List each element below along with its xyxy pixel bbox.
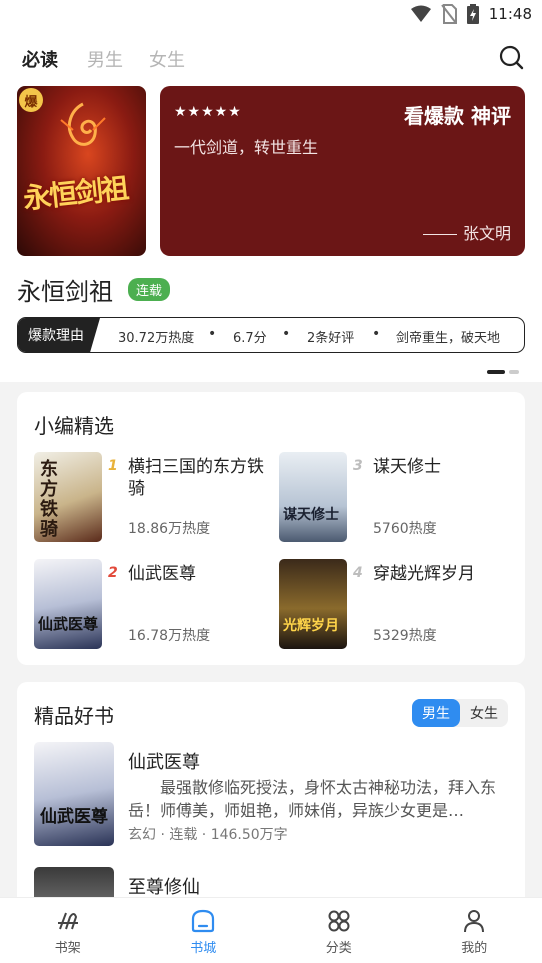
pick-title: 穿越光辉岁月: [373, 564, 475, 584]
carousel-pager: [487, 370, 519, 374]
book-meta: 玄幻 · 连载 · 146.50万字: [128, 827, 288, 843]
book-cover: 光辉岁月: [279, 559, 347, 649]
book-title: 至尊修仙: [128, 877, 200, 898]
editor-picks-card: 小编精选 东方铁骑 1 横扫三国的东方铁骑 18.86万热度 谋天修士 3 谋天…: [17, 392, 525, 665]
reason-tagline: 剑帝重生，破天地: [396, 331, 501, 346]
featured-section: 爆 永恒剑祖 ★★★★★ 看爆款 神评 一代剑道，转世重生 张文明 永恒剑祖 连…: [0, 86, 542, 382]
reason-label: 爆款理由: [18, 318, 100, 352]
pick-item[interactable]: 光辉岁月 4 穿越光辉岁月 5329热度: [279, 559, 509, 651]
dragon-illustration: [60, 102, 106, 146]
cover-text: 仙武医尊: [38, 615, 99, 633]
pick-item[interactable]: 仙武医尊 2 仙武医尊 16.78万热度: [34, 559, 264, 651]
book-description: 最强散修临死授法，身怀太古神秘功法，拜入东岳！师傅美，师姐艳，师妹俏，异族少女更…: [128, 778, 497, 820]
reason-bar: 爆款理由 30.72万热度 • 6.7分 • 2条好评 • 剑帝重生，破天地: [17, 317, 525, 353]
review-author: 张文明: [422, 220, 511, 244]
nav-bookshelf[interactable]: 书架: [0, 898, 136, 963]
cover-text: 东方铁骑: [40, 459, 58, 540]
rating-stars: ★★★★★: [174, 104, 242, 120]
book-title: 仙武医尊: [128, 752, 200, 773]
pick-heat: 5760热度: [373, 521, 437, 537]
book-cover: 仙武医尊: [34, 559, 102, 649]
nav-label: 书架: [54, 941, 81, 956]
profile-icon: [464, 910, 485, 933]
separator-dot: •: [282, 326, 291, 342]
quality-books-title: 精品好书: [34, 704, 114, 728]
cover-title: 永恒剑祖: [21, 171, 129, 216]
pager-dot: [509, 370, 519, 374]
nav-bookstore[interactable]: 书城: [136, 898, 272, 963]
rank-number: 2: [108, 565, 118, 581]
tab-must-read[interactable]: 必读: [22, 46, 58, 72]
cover-text: 仙武医尊: [40, 807, 108, 827]
reason-score: 6.7分: [233, 331, 267, 346]
bookshelf-icon: [57, 912, 78, 930]
nav-label: 分类: [325, 941, 352, 956]
book-list-item[interactable]: 仙武医尊 仙武医尊 最强散修临死授法，身怀太古神秘功法，拜入东岳！师傅美，师姐艳…: [34, 742, 514, 846]
cover-text: 谋天修士: [283, 507, 339, 523]
bookstore-icon: [192, 909, 215, 933]
review-author-name: 张文明: [462, 224, 511, 243]
no-sim-icon: [440, 4, 457, 24]
pick-title: 横扫三国的东方铁骑: [128, 457, 264, 499]
separator-dot: •: [208, 326, 217, 342]
bottom-nav: 书架 书城 分类 我的: [0, 897, 542, 963]
status-bar: 11:48: [0, 0, 542, 30]
nav-label: 书城: [190, 941, 217, 956]
featured-book-title[interactable]: 永恒剑祖: [17, 272, 113, 307]
battery-charging-icon: [466, 4, 479, 24]
rank-number: 1: [108, 458, 118, 474]
pick-item[interactable]: 谋天修士 3 谋天修士 5760热度: [279, 452, 509, 544]
search-icon[interactable]: [498, 44, 524, 70]
book-cover: 仙武医尊: [34, 742, 114, 846]
toggle-female[interactable]: 女生: [460, 699, 508, 727]
tab-male[interactable]: 男生: [87, 46, 123, 72]
status-time: 11:48: [488, 5, 532, 23]
book-cover: 谋天修士: [279, 452, 347, 542]
pick-title: 仙武医尊: [128, 564, 196, 584]
rank-number: 4: [353, 565, 363, 581]
separator-dot: •: [372, 326, 381, 342]
toggle-male[interactable]: 男生: [412, 699, 460, 727]
review-heading: 看爆款 神评: [404, 104, 511, 128]
pick-title: 谋天修士: [373, 457, 441, 477]
nav-profile[interactable]: 我的: [407, 898, 542, 963]
status-badge: 连载: [128, 278, 171, 301]
top-nav: 必读 男生 女生: [0, 30, 542, 86]
pager-dot-active: [487, 370, 505, 374]
dash-divider: [422, 234, 457, 235]
review-card[interactable]: ★★★★★ 看爆款 神评 一代剑道，转世重生 张文明: [160, 86, 525, 256]
book-cover: 东方铁骑: [34, 452, 102, 542]
quality-books-card: 精品好书 男生 女生 仙武医尊 仙武医尊 最强散修临死授法，身怀太古神秘功法，拜…: [17, 682, 525, 963]
nav-label: 我的: [461, 941, 488, 956]
editor-picks-title: 小编精选: [34, 414, 114, 438]
review-quote: 一代剑道，转世重生: [174, 138, 319, 157]
pick-item[interactable]: 东方铁骑 1 横扫三国的东方铁骑 18.86万热度: [34, 452, 264, 544]
tab-female[interactable]: 女生: [149, 46, 185, 72]
featured-book-cover[interactable]: 爆 永恒剑祖: [17, 86, 146, 256]
pick-heat: 5329热度: [373, 628, 437, 644]
cover-text: 光辉岁月: [283, 618, 339, 634]
pick-heat: 18.86万热度: [128, 521, 211, 537]
pick-heat: 16.78万热度: [128, 628, 211, 644]
reason-heat: 30.72万热度: [118, 331, 195, 346]
hot-badge: 爆: [19, 88, 43, 112]
reason-reviews: 2条好评: [307, 331, 355, 346]
nav-category[interactable]: 分类: [271, 898, 407, 963]
gender-toggle: 男生 女生: [412, 699, 508, 727]
rank-number: 3: [353, 458, 363, 474]
category-icon: [328, 910, 350, 932]
wifi-icon: [410, 5, 431, 22]
